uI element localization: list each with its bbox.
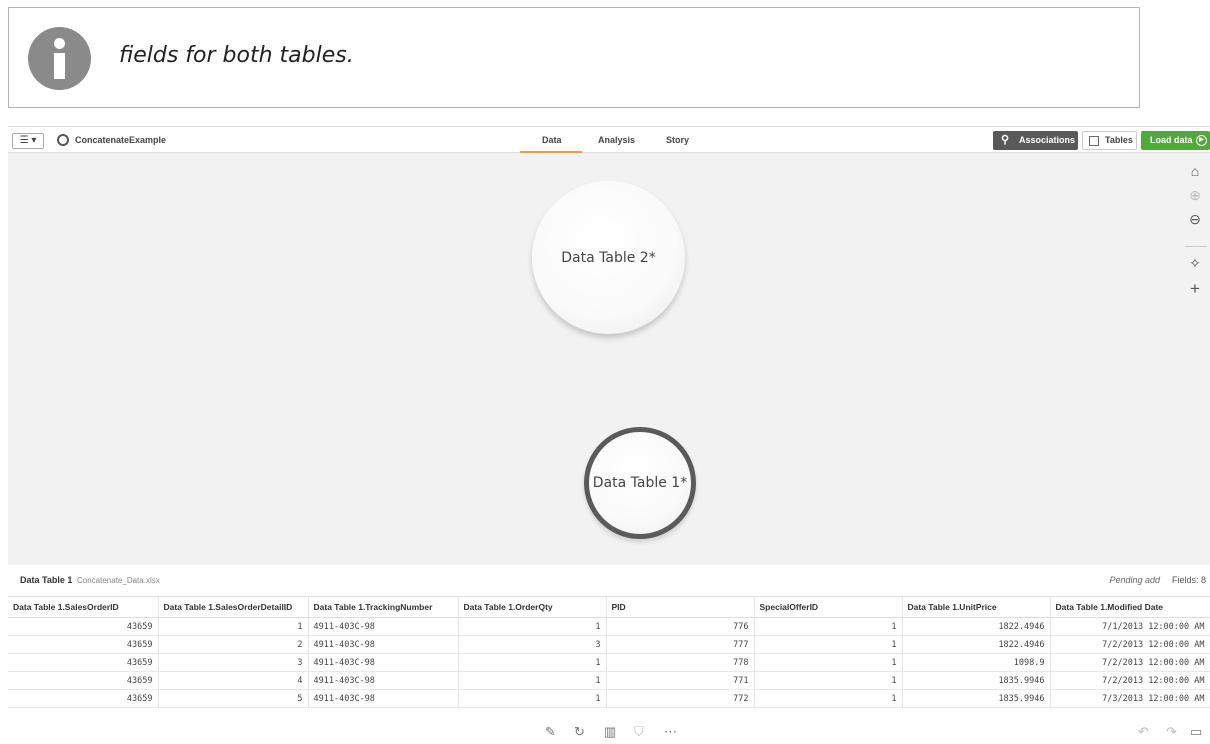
column-header[interactable]: Data Table 1.TrackingNumber bbox=[308, 596, 459, 618]
table-cell: 1 bbox=[458, 689, 607, 708]
panel-toggle-icon[interactable]: ▭ bbox=[1190, 724, 1202, 740]
panel-file: Concatenate_Data.xlsx bbox=[77, 576, 160, 585]
table-cell: 772 bbox=[606, 689, 755, 708]
table-cell: 1835.9946 bbox=[902, 689, 1051, 708]
delete-icon[interactable]: ▥ bbox=[604, 724, 616, 740]
table-cell: 1822.4946 bbox=[902, 617, 1051, 636]
table-cell: 1 bbox=[158, 617, 309, 636]
associations-icon: ⚲ bbox=[1001, 134, 1010, 146]
table-bubble-selected[interactable]: Data Table 1* bbox=[584, 427, 696, 539]
table-cell: 43659 bbox=[8, 653, 159, 672]
table-cell: 7/2/2013 12:00:00 AM bbox=[1050, 653, 1210, 672]
table-cell: 4911-403C-98 bbox=[308, 617, 459, 636]
table-cell: 1 bbox=[754, 671, 903, 690]
table-cell: 1822.4946 bbox=[902, 635, 1051, 654]
table-cell: 7/1/2013 12:00:00 AM bbox=[1050, 617, 1210, 636]
top-toolbar: ☰ ▾ ConcatenateExample Data Analysis Sto… bbox=[8, 126, 1210, 153]
table-cell: 3 bbox=[458, 635, 607, 654]
info-icon bbox=[28, 27, 91, 90]
bottom-toolbar: ✎ ↻ ▥ ⛉ ⋯ ↶ ↷ ▭ bbox=[8, 721, 1210, 744]
table-cell: 776 bbox=[606, 617, 755, 636]
column-header[interactable]: PID bbox=[606, 596, 755, 618]
table-cell: 1 bbox=[754, 635, 903, 654]
column-header[interactable]: Data Table 1.UnitPrice bbox=[902, 596, 1051, 618]
associations-label: Associations bbox=[1019, 135, 1076, 145]
undo-icon[interactable]: ↶ bbox=[1138, 724, 1149, 740]
note-text: fields for both tables. bbox=[119, 43, 354, 68]
table-cell: 1 bbox=[754, 689, 903, 708]
side-divider bbox=[1185, 246, 1207, 247]
table-cell: 1 bbox=[458, 617, 607, 636]
table-cell: 3 bbox=[158, 653, 309, 672]
tab-data[interactable]: Data bbox=[542, 135, 562, 145]
table-cell: 1098.9 bbox=[902, 653, 1051, 672]
table-bubble[interactable]: Data Table 2* bbox=[532, 181, 685, 334]
add-icon[interactable]: + bbox=[1180, 279, 1210, 299]
table-cell: 1 bbox=[458, 653, 607, 672]
globe-icon bbox=[57, 134, 69, 146]
table-row: 43659 1 4911-403C-98 1 776 1 1822.4946 7… bbox=[8, 617, 1210, 636]
home-icon[interactable]: ⌂ bbox=[1180, 163, 1210, 179]
table-cell: 43659 bbox=[8, 689, 159, 708]
more-icon[interactable]: ⋯ bbox=[664, 724, 677, 740]
edit-icon[interactable]: ✎ bbox=[545, 724, 556, 740]
table-cell: 4911-403C-98 bbox=[308, 689, 459, 708]
associations-button[interactable]: ⚲ Associations bbox=[993, 131, 1078, 150]
table-cell: 7/2/2013 12:00:00 AM bbox=[1050, 671, 1210, 690]
load-data-label: Load data bbox=[1150, 135, 1193, 145]
table-cell: 2 bbox=[158, 635, 309, 654]
table-row: 43659 3 4911-403C-98 1 778 1 1098.9 7/2/… bbox=[8, 653, 1210, 672]
panel-fields-count: Fields: 8 bbox=[1171, 575, 1206, 585]
table-header-row: Data Table 1.SalesOrderID Data Table 1.S… bbox=[8, 596, 1210, 618]
table-row: 43659 4 4911-403C-98 1 771 1 1835.9946 7… bbox=[8, 671, 1210, 690]
data-manager-app: ☰ ▾ ConcatenateExample Data Analysis Sto… bbox=[8, 126, 1210, 744]
table-cell: 7/2/2013 12:00:00 AM bbox=[1050, 635, 1210, 654]
tab-story[interactable]: Story bbox=[666, 135, 689, 145]
play-icon: ▶ bbox=[1196, 135, 1207, 146]
table-cell: 1 bbox=[754, 617, 903, 636]
table-cell: 4911-403C-98 bbox=[308, 671, 459, 690]
table-cell: 43659 bbox=[8, 635, 159, 654]
table-cell: 1835.9946 bbox=[902, 671, 1051, 690]
panel-status: Pending add bbox=[1109, 575, 1160, 585]
load-data-button[interactable]: Load data ▶ bbox=[1141, 131, 1210, 150]
associations-canvas[interactable]: Data Table 2* Data Table 1* ⌂ ⊕ ⊖ ✧ + bbox=[8, 153, 1210, 565]
table-cell: 43659 bbox=[8, 617, 159, 636]
column-header[interactable]: Data Table 1.SalesOrderID bbox=[8, 596, 159, 618]
table-cell: 4911-403C-98 bbox=[308, 653, 459, 672]
redo-icon[interactable]: ↷ bbox=[1166, 724, 1177, 740]
column-header[interactable]: Data Table 1.OrderQty bbox=[458, 596, 607, 618]
table-cell: 1 bbox=[754, 653, 903, 672]
info-note: fields for both tables. bbox=[8, 7, 1140, 108]
table-cell: 778 bbox=[606, 653, 755, 672]
table-cell: 43659 bbox=[8, 671, 159, 690]
data-preview-table: Data Table 1.SalesOrderID Data Table 1.S… bbox=[8, 596, 1210, 708]
table-cell: 4911-403C-98 bbox=[308, 635, 459, 654]
table-cell: 4 bbox=[158, 671, 309, 690]
tables-button[interactable]: Tables bbox=[1082, 131, 1137, 150]
column-header[interactable]: SpecialOfferID bbox=[754, 596, 903, 618]
table-cell: 771 bbox=[606, 671, 755, 690]
column-header[interactable]: Data Table 1.Modified Date bbox=[1050, 596, 1210, 618]
table-icon bbox=[1089, 136, 1099, 146]
panel-title: Data Table 1 bbox=[20, 575, 73, 585]
app-name: ConcatenateExample bbox=[75, 135, 167, 145]
filter-icon[interactable]: ⛉ bbox=[634, 724, 644, 740]
table-row: 43659 2 4911-403C-98 3 777 1 1822.4946 7… bbox=[8, 635, 1210, 654]
zoom-in-icon[interactable]: ⊕ bbox=[1180, 187, 1210, 204]
refresh-icon[interactable]: ↻ bbox=[574, 724, 585, 740]
zoom-out-icon[interactable]: ⊖ bbox=[1180, 211, 1210, 228]
tables-label: Tables bbox=[1105, 135, 1133, 145]
table-panel-header: Data Table 1 Concatenate_Data.xlsx Pendi… bbox=[8, 565, 1210, 595]
table-cell: 7/3/2013 12:00:00 AM bbox=[1050, 689, 1210, 708]
table-cell: 1 bbox=[458, 671, 607, 690]
table-cell: 777 bbox=[606, 635, 755, 654]
table-row: 43659 5 4911-403C-98 1 772 1 1835.9946 7… bbox=[8, 689, 1210, 708]
table-cell: 5 bbox=[158, 689, 309, 708]
tab-analysis[interactable]: Analysis bbox=[598, 135, 635, 145]
global-menu-button[interactable]: ☰ ▾ bbox=[12, 133, 44, 149]
column-header[interactable]: Data Table 1.SalesOrderDetailID bbox=[158, 596, 309, 618]
magic-wand-icon[interactable]: ✧ bbox=[1180, 255, 1210, 272]
